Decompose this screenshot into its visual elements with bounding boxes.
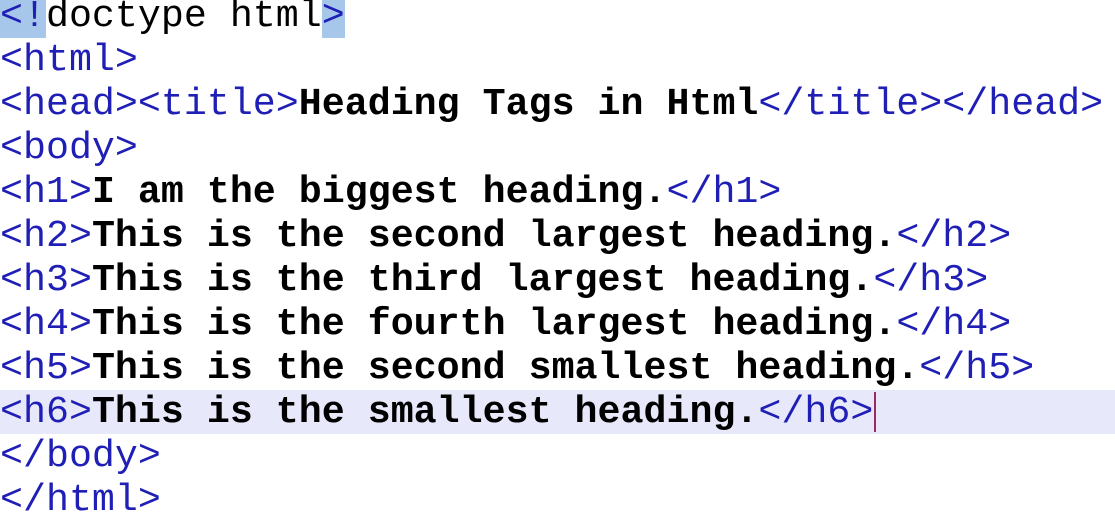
markup-tag: <h2> [0, 214, 92, 258]
text-cursor [874, 392, 876, 432]
markup-tag: <html> [0, 38, 138, 82]
code-editor[interactable]: <!doctype html> <html> <head><title>Headin… [0, 0, 1115, 527]
code-line-7[interactable]: <h3>This is the third largest heading.</… [0, 258, 1115, 302]
markup-tag: <h4> [0, 302, 92, 346]
code-line-10[interactable]: <h6>This is the smallest heading.</h6> [0, 390, 1115, 434]
markup-tag: </body> [0, 434, 161, 478]
markup-tag: > [321, 0, 345, 38]
markup-tag: <! [0, 0, 46, 38]
markup-tag: <head><title> [0, 82, 299, 126]
text-content: Heading Tags in Html [298, 82, 759, 126]
text-content: This is the smallest heading. [91, 390, 759, 434]
markup-tag: <body> [0, 126, 138, 170]
markup-tag: <h5> [0, 346, 92, 390]
markup-tag: </html> [0, 478, 161, 522]
markup-tag: <h3> [0, 258, 92, 302]
code-line-11[interactable]: </body> [0, 434, 1115, 478]
code-line-1[interactable]: <!doctype html> [0, 0, 1115, 38]
code-line-12[interactable]: </html> [0, 478, 1115, 522]
text-content: doctype html [45, 0, 322, 38]
text-content: This is the second smallest heading. [91, 346, 920, 390]
markup-tag: </h4> [896, 302, 1012, 346]
code-line-9[interactable]: <h5>This is the second smallest heading.… [0, 346, 1115, 390]
code-line-6[interactable]: <h2>This is the second largest heading.<… [0, 214, 1115, 258]
markup-tag: </h1> [666, 170, 782, 214]
markup-tag: <h1> [0, 170, 92, 214]
text-content: This is the third largest heading. [91, 258, 874, 302]
code-line-3[interactable]: <head><title>Heading Tags in Html</title… [0, 82, 1115, 126]
markup-tag: </h2> [896, 214, 1012, 258]
text-content: I am the biggest heading. [91, 170, 667, 214]
code-line-4[interactable]: <body> [0, 126, 1115, 170]
text-content: This is the fourth largest heading. [91, 302, 897, 346]
text-content: This is the second largest heading. [91, 214, 897, 258]
code-line-2[interactable]: <html> [0, 38, 1115, 82]
markup-tag: </h6> [758, 390, 874, 434]
code-line-8[interactable]: <h4>This is the fourth largest heading.<… [0, 302, 1115, 346]
markup-tag: <h6> [0, 390, 92, 434]
code-line-5[interactable]: <h1>I am the biggest heading.</h1> [0, 170, 1115, 214]
markup-tag: </h5> [919, 346, 1035, 390]
markup-tag: </title></head> [758, 82, 1104, 126]
markup-tag: </h3> [873, 258, 989, 302]
